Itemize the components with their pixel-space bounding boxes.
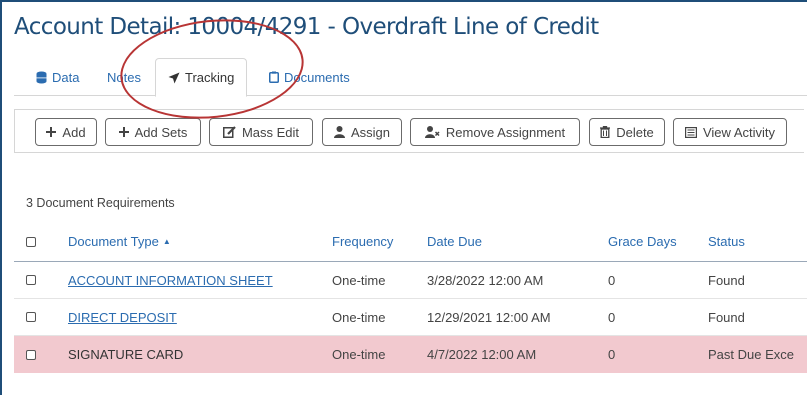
clipboard-icon: [269, 71, 279, 83]
status-cell: Past Due Exce: [708, 347, 794, 362]
column-header-grace-days[interactable]: Grace Days: [608, 222, 677, 261]
view-activity-button-label: View Activity: [702, 124, 775, 140]
column-header-frequency[interactable]: Frequency: [332, 222, 393, 261]
user-remove-icon: [424, 126, 440, 138]
plus-icon: [46, 127, 57, 137]
grace-days-cell: 0: [608, 347, 616, 362]
document-type-link[interactable]: DIRECT DEPOSIT: [68, 299, 177, 335]
database-icon: [36, 71, 47, 83]
add-button[interactable]: Add: [35, 118, 97, 146]
table-row[interactable]: SIGNATURE CARD One-time 4/7/2022 12:00 A…: [14, 336, 807, 373]
add-sets-button-label: Add Sets: [134, 124, 188, 140]
tab-notes[interactable]: Notes: [107, 58, 141, 96]
frequency-cell: One-time: [332, 347, 386, 362]
date-due-cell: 3/28/2022 12:00 AM: [427, 272, 544, 288]
toolbar: Add Add Sets Mass Edit Assign Remove Ass…: [14, 109, 804, 153]
remove-assignment-button[interactable]: Remove Assignment: [410, 118, 580, 146]
column-header-document-type-label: Document Type: [68, 234, 159, 249]
tab-notes-label: Notes: [107, 69, 141, 85]
tab-tracking[interactable]: Tracking: [155, 58, 248, 97]
document-type-link[interactable]: ACCOUNT INFORMATION SHEET: [68, 262, 273, 298]
mass-edit-button[interactable]: Mass Edit: [209, 118, 313, 146]
sort-ascending-icon: ▲: [162, 237, 171, 246]
status-cell: Found: [708, 272, 745, 288]
grace-days-cell: 0: [608, 272, 616, 288]
add-button-label: Add: [62, 124, 86, 140]
tab-bar: Data Notes Tracking Documents: [14, 58, 807, 97]
user-icon: [333, 126, 345, 138]
requirements-count: 3 Document Requirements: [26, 196, 175, 210]
tab-data-label: Data: [52, 69, 80, 85]
column-header-document-type[interactable]: Document Type ▲: [68, 222, 171, 261]
delete-button[interactable]: Delete: [589, 118, 665, 146]
assign-button[interactable]: Assign: [322, 118, 402, 146]
add-sets-button[interactable]: Add Sets: [105, 118, 201, 146]
column-header-date-due[interactable]: Date Due: [427, 222, 482, 261]
table-row[interactable]: DIRECT DEPOSIT One-time 12/29/2021 12:00…: [14, 299, 807, 336]
tab-documents-label: Documents: [284, 69, 350, 85]
grace-days-cell: 0: [608, 309, 616, 325]
list-icon: [684, 126, 697, 138]
mass-edit-button-label: Mass Edit: [241, 124, 300, 140]
page-title: Account Detail: 10004/4291 - Overdraft L…: [14, 14, 599, 40]
document-type-cell: SIGNATURE CARD: [68, 347, 184, 362]
paper-plane-icon: [168, 72, 180, 83]
view-activity-button[interactable]: View Activity: [673, 118, 787, 146]
plus-icon: [118, 127, 129, 137]
column-header-status[interactable]: Status: [708, 222, 745, 261]
trash-icon: [600, 126, 611, 138]
table-row[interactable]: ACCOUNT INFORMATION SHEET One-time 3/28/…: [14, 262, 807, 299]
delete-button-label: Delete: [616, 124, 654, 140]
frequency-cell: One-time: [332, 272, 386, 288]
date-due-cell: 4/7/2022 12:00 AM: [427, 347, 537, 362]
date-due-cell: 12/29/2021 12:00 AM: [427, 309, 551, 325]
status-cell: Found: [708, 309, 745, 325]
row-checkbox[interactable]: [26, 299, 36, 335]
remove-assignment-button-label: Remove Assignment: [445, 124, 566, 140]
row-checkbox[interactable]: [26, 336, 36, 373]
frequency-cell: One-time: [332, 309, 386, 325]
row-checkbox[interactable]: [26, 262, 36, 298]
table-header-row: Document Type ▲ Frequency Date Due Grace…: [14, 222, 807, 262]
tab-tracking-label: Tracking: [185, 70, 235, 85]
tab-data[interactable]: Data: [36, 58, 79, 96]
tab-documents[interactable]: Documents: [269, 58, 350, 96]
assign-button-label: Assign: [350, 124, 391, 140]
select-all-checkbox[interactable]: [26, 222, 36, 261]
edit-icon: [222, 126, 236, 138]
